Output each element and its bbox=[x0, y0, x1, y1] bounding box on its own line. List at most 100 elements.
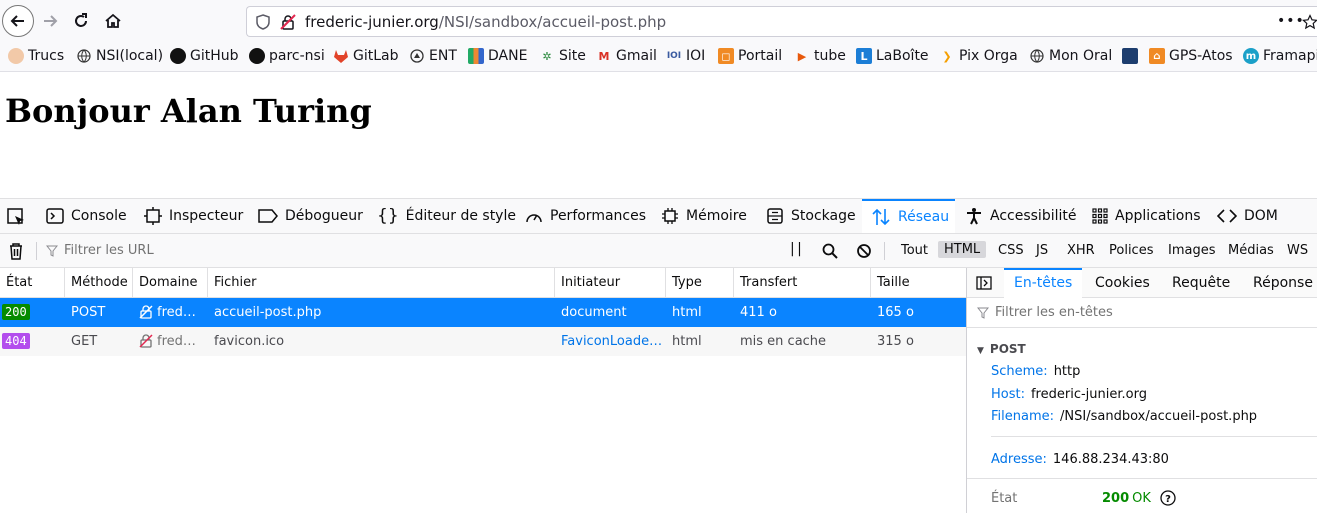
tab-label: Performances bbox=[550, 208, 647, 224]
bookmark-trucs[interactable]: Trucs bbox=[8, 48, 64, 64]
tab-reponse[interactable]: Réponse bbox=[1253, 268, 1313, 298]
filter-type-ws[interactable]: WS bbox=[1287, 243, 1308, 258]
bookmark-portail[interactable]: ◻ Portail bbox=[718, 48, 782, 64]
table-row[interactable]: 200 POST fred… accueil-post.php document… bbox=[0, 298, 966, 327]
forward-button[interactable] bbox=[34, 5, 66, 37]
tab-label: Inspecteur bbox=[169, 208, 244, 224]
filter-type-polices[interactable]: Polices bbox=[1109, 243, 1153, 258]
url-text[interactable]: frederic-junier.org/NSI/sandbox/accueil-… bbox=[305, 13, 666, 31]
search-icon[interactable] bbox=[822, 243, 838, 259]
tab-en-tetes[interactable]: En-têtes bbox=[1004, 268, 1083, 298]
details-tab-bar: En-têtes Cookies Requête Réponse bbox=[967, 268, 1317, 298]
bookmark-star-icon[interactable] bbox=[1302, 14, 1317, 30]
bookmark-nsi-local[interactable]: NSI(local) bbox=[76, 48, 163, 64]
block-icon[interactable] bbox=[856, 243, 872, 259]
frama-icon: m bbox=[1243, 48, 1259, 64]
bookmark-ent[interactable]: ENT bbox=[409, 48, 457, 64]
tab-cookies[interactable]: Cookies bbox=[1095, 268, 1150, 298]
tab-memoire[interactable]: Mémoire bbox=[661, 199, 747, 233]
bookmark-ioi[interactable]: IOI IOI bbox=[666, 48, 705, 64]
toggle-panel-icon[interactable] bbox=[976, 275, 992, 291]
filter-type-css[interactable]: CSS bbox=[998, 243, 1024, 258]
bookmark-framapi[interactable]: m Framapi bbox=[1243, 48, 1317, 64]
bookmark-gmail[interactable]: M Gmail bbox=[596, 48, 657, 64]
page-actions-menu-button[interactable]: ••• bbox=[1277, 13, 1305, 29]
site-icon: ✲ bbox=[542, 49, 552, 63]
divider bbox=[967, 478, 1317, 479]
shield-icon[interactable] bbox=[255, 14, 271, 30]
post-section-toggle[interactable]: ▼ POST bbox=[977, 342, 1026, 356]
bookmark-dane[interactable]: DANE bbox=[468, 48, 527, 64]
bookmark-label: IOI bbox=[686, 48, 706, 64]
column-domaine[interactable]: Domaine bbox=[133, 268, 208, 298]
divider bbox=[36, 242, 37, 260]
bookmark-book[interactable] bbox=[1122, 48, 1138, 64]
tab-console[interactable]: Console bbox=[46, 199, 127, 233]
insecure-lock-icon[interactable] bbox=[280, 14, 296, 30]
column-fichier[interactable]: Fichier bbox=[208, 268, 555, 298]
forward-arrow-icon bbox=[44, 15, 58, 27]
network-arrows-icon bbox=[872, 208, 890, 226]
tab-reseau[interactable]: Réseau bbox=[862, 199, 955, 233]
reload-button[interactable] bbox=[65, 5, 97, 37]
tab-requete[interactable]: Requête bbox=[1172, 268, 1230, 298]
url-bar[interactable]: frederic-junier.org/NSI/sandbox/accueil-… bbox=[246, 6, 1317, 37]
filter-type-images[interactable]: Images bbox=[1168, 243, 1216, 258]
filter-type-js[interactable]: JS bbox=[1036, 243, 1048, 258]
file-cell: accueil-post.php bbox=[214, 305, 322, 320]
book-icon bbox=[1122, 48, 1138, 64]
triangle-down-icon: ▼ bbox=[977, 346, 984, 356]
initiator-link[interactable]: FaviconLoader… bbox=[555, 327, 666, 356]
tab-stockage[interactable]: Stockage bbox=[766, 199, 856, 233]
column-taille[interactable]: Taille bbox=[871, 268, 966, 298]
column-transfert[interactable]: Transfert bbox=[734, 268, 871, 298]
person-icon bbox=[8, 48, 24, 64]
column-initiateur[interactable]: Initiateur bbox=[555, 268, 666, 298]
tab-performances[interactable]: Performances bbox=[525, 199, 646, 233]
domain-cell: fred… bbox=[133, 298, 208, 327]
method-cell: POST bbox=[71, 305, 106, 320]
filter-type-html[interactable]: HTML bbox=[938, 241, 987, 258]
bookmark-mon-oral[interactable]: Mon Oral bbox=[1029, 48, 1112, 64]
tab-applications[interactable]: Applications bbox=[1092, 199, 1201, 233]
home-button[interactable] bbox=[97, 5, 129, 37]
tab-label: Réseau bbox=[898, 209, 950, 225]
tab-debogueur[interactable]: Débogueur bbox=[258, 199, 363, 233]
bookmark-gps-atos[interactable]: ⌂ GPS-Atos bbox=[1149, 48, 1233, 64]
table-row[interactable]: 404 GET fred… favicon.ico FaviconLoader…… bbox=[0, 327, 966, 356]
bookmark-tube[interactable]: ▶ tube bbox=[794, 48, 846, 64]
tab-accessibilite[interactable]: Accessibilité bbox=[965, 199, 1076, 233]
tab-inspecteur[interactable]: Inspecteur bbox=[144, 199, 243, 233]
back-arrow-icon bbox=[10, 15, 24, 27]
url-filter-input[interactable]: Filtrer les URL bbox=[64, 243, 154, 258]
bookmark-pix-orga[interactable]: ❯ Pix Orga bbox=[939, 48, 1017, 64]
bookmark-site[interactable]: ✲ Site bbox=[539, 48, 586, 64]
bookmark-github[interactable]: GitHub bbox=[170, 48, 239, 64]
filter-funnel-icon bbox=[977, 307, 989, 319]
column-methode[interactable]: Méthode bbox=[65, 268, 133, 298]
tab-editeur-de-style[interactable]: {} Éditeur de style bbox=[377, 199, 516, 233]
element-picker-icon[interactable] bbox=[6, 207, 26, 227]
table-header: État Méthode Domaine Fichier Initiateur … bbox=[0, 268, 966, 298]
bookmark-gitlab[interactable]: GitLab bbox=[333, 48, 399, 64]
trash-icon[interactable] bbox=[8, 242, 24, 260]
column-etat[interactable]: État bbox=[0, 268, 65, 298]
github-icon bbox=[170, 48, 186, 64]
bookmark-laboite[interactable]: L LaBoîte bbox=[856, 48, 929, 64]
filter-type-tout[interactable]: Tout bbox=[901, 243, 928, 258]
storage-icon bbox=[767, 208, 783, 224]
bookmark-label: Mon Oral bbox=[1049, 48, 1113, 64]
filter-type-medias[interactable]: Médias bbox=[1228, 243, 1274, 258]
bookmark-parc-nsi[interactable]: parc-nsi bbox=[249, 48, 325, 64]
status-badge: 404 bbox=[2, 333, 30, 349]
help-icon[interactable]: ? bbox=[1160, 490, 1176, 506]
tab-dom[interactable]: DOM bbox=[1217, 199, 1278, 233]
pause-button[interactable]: | | bbox=[790, 241, 802, 257]
column-type[interactable]: Type bbox=[666, 268, 734, 298]
bookmark-label: Gmail bbox=[616, 48, 657, 64]
headers-filter-input[interactable]: Filtrer les en-têtes bbox=[995, 305, 1113, 320]
console-icon bbox=[46, 208, 64, 224]
filter-type-xhr[interactable]: XHR bbox=[1067, 243, 1095, 258]
back-button[interactable] bbox=[2, 5, 34, 37]
domain-text: fred… bbox=[157, 305, 196, 320]
